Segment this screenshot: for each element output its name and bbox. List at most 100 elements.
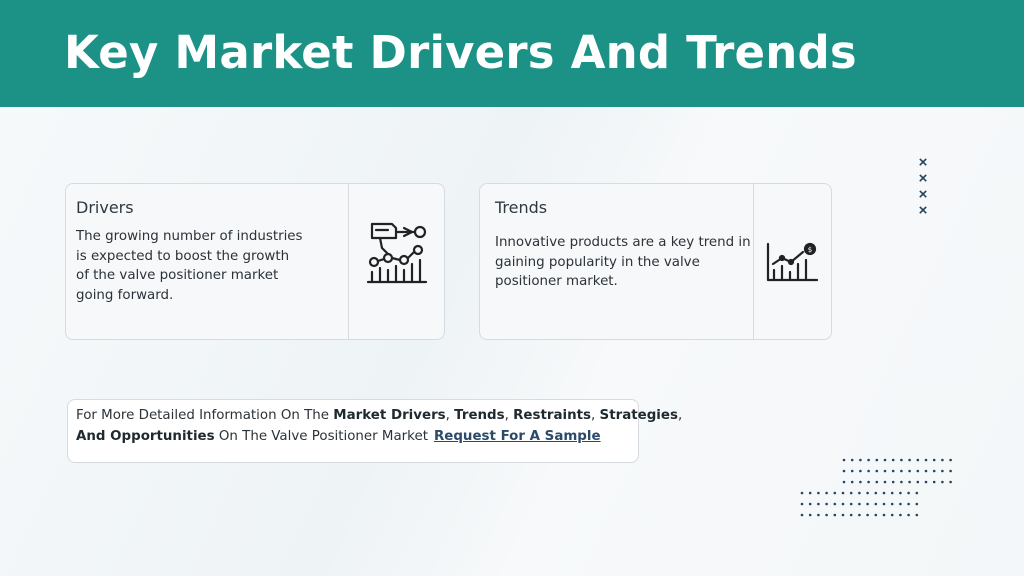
drivers-divider [348,184,349,339]
decorative-dot [916,469,920,473]
decorative-dot [875,469,879,473]
decorative-dot [907,502,910,506]
x-mark-icon: × [918,202,928,219]
svg-text:$: $ [808,246,812,254]
decorative-dot [890,491,894,495]
decorative-dot [915,513,919,517]
decorative-dot [858,491,861,495]
trends-line: Innovative products are a key trend in [495,235,751,250]
decorative-dot [867,480,870,484]
decorative-dot [808,491,812,495]
trends-text: Innovative products are a key trend in g… [495,233,751,292]
decorative-dot [849,513,853,517]
decorative-dot [924,458,928,462]
decorative-dot [867,469,870,473]
x-mark-icon: × [918,186,928,203]
decorative-dot [825,513,828,517]
decorative-dot [899,491,902,495]
decorative-dot [900,480,903,484]
decorative-dot [800,513,804,517]
decorative-dot [833,491,837,495]
info-bold: Restraints [513,408,592,423]
decorative-dot [907,491,910,495]
decorative-dot [833,502,837,506]
drivers-text: The growing number of industries is expe… [76,227,303,305]
decorative-dot [817,513,820,517]
decorative-dot [874,502,878,506]
decorative-dot [874,513,878,517]
decorative-dot [908,469,911,473]
decorative-dot [825,502,828,506]
decorative-dot [941,458,944,462]
info-bold: Strategies [599,408,678,423]
decorative-dot [841,513,845,517]
info-bold: Market Drivers [333,408,446,423]
header-bar: Key Market Drivers And Trends [0,0,1024,107]
decorative-dot [882,502,886,506]
decorative-dot [949,480,952,484]
trends-line: gaining popularity in the valve [495,254,700,270]
decorative-dot [875,458,879,462]
decorative-dot [908,480,911,484]
drivers-card: Drivers The growing number of industries… [65,183,445,340]
decorative-dot [924,480,928,484]
decorative-dot [841,502,845,506]
decorative-dot [941,480,944,484]
decorative-dot [915,491,919,495]
decorative-dot [800,502,804,506]
info-bold: And Opportunities [76,429,215,444]
decorative-dot [859,469,862,473]
decorative-dot [841,491,845,495]
info-box: For More Detailed Information On The Mar… [67,399,682,463]
decorative-dot [941,469,944,473]
decorative-dot [883,480,887,484]
decorative-dot [867,458,870,462]
info-line-2: And Opportunities On The Valve Positione… [76,429,601,444]
drivers-line: of the valve positioner market [76,268,279,283]
decorative-dot-grid [800,458,952,517]
x-mark-icon: × [918,154,928,171]
decorative-dot [866,502,869,506]
decorative-dot [891,458,895,462]
decorative-dot [900,458,903,462]
decorative-dot [915,502,919,506]
decorative-dot [858,502,861,506]
trends-line: positioner market. [495,274,618,289]
decorative-dot [899,513,902,517]
decorative-dot [883,458,887,462]
decorative-dot [808,502,812,506]
decorative-dot [842,458,846,462]
decorative-dot [907,513,910,517]
decorative-dot [825,491,828,495]
decorative-dot [849,491,853,495]
industry-growth-icon [366,220,430,291]
decorative-dot [932,480,936,484]
decorative-dot [890,513,894,517]
decorative-dot [908,458,911,462]
decorative-dot [858,513,861,517]
drivers-title: Drivers [76,198,134,217]
decorative-dot [949,469,952,473]
decorative-dot [866,491,869,495]
decorative-dot [900,469,903,473]
decorative-dot [890,502,894,506]
decorative-dot [916,458,920,462]
info-bold: Trends [454,408,505,423]
decorative-dot [949,458,952,462]
request-sample-link[interactable]: Request For A Sample [434,429,601,444]
decorative-dot [850,480,854,484]
decorative-dot [817,502,820,506]
drivers-line: The growing number of industries [76,229,303,244]
page-title: Key Market Drivers And Trends [64,26,857,79]
decorative-dot [859,458,862,462]
decorative-dot [842,480,846,484]
trends-title: Trends [495,198,548,217]
decorative-dot [924,469,928,473]
decorative-dot [882,491,886,495]
decorative-dot [808,513,812,517]
decorative-dot [932,458,936,462]
drivers-line: is expected to boost the growth [76,248,290,264]
decorative-dot [866,513,869,517]
trends-divider [753,184,754,339]
info-sep: , [677,408,683,423]
